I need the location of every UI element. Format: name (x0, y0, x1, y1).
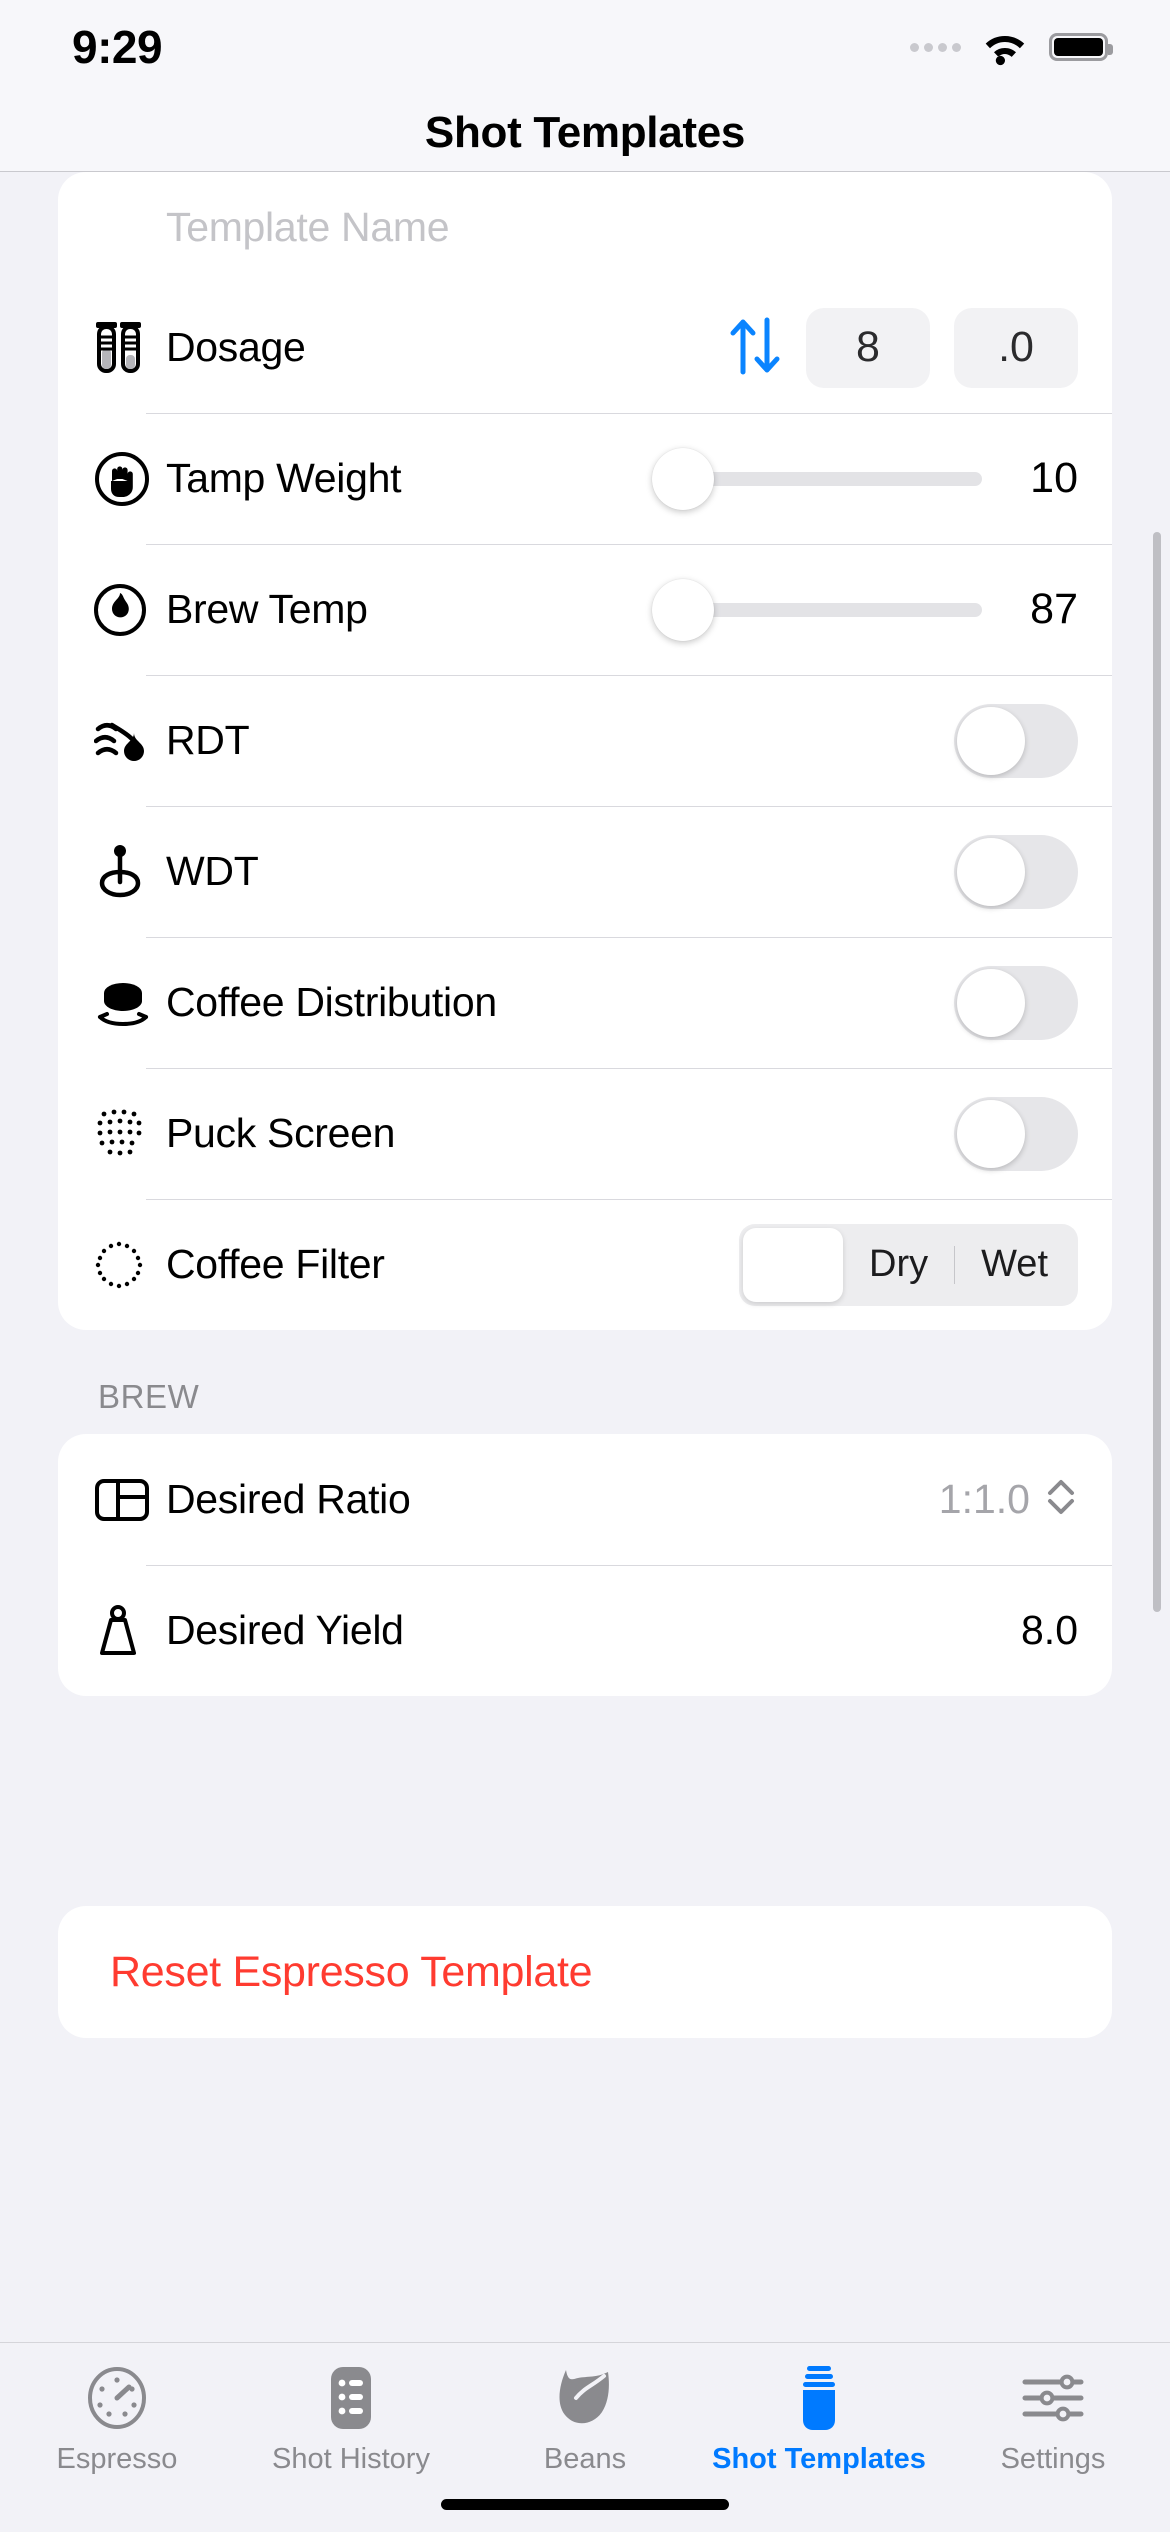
row-coffee-filter[interactable]: Coffee Filter Dry Wet (58, 1199, 1112, 1330)
tab-shot-templates[interactable]: Shot Templates (702, 2365, 936, 2476)
tab-beans[interactable]: Beans (468, 2365, 702, 2476)
dosage-controls: 8 .0 (728, 307, 1112, 388)
page-title: Shot Templates (424, 107, 746, 157)
slider-thumb[interactable] (652, 447, 714, 510)
row-puck-screen[interactable]: Puck Screen (58, 1068, 1112, 1199)
row-label-desired-yield: Desired Yield (166, 1607, 404, 1653)
row-tamp-weight[interactable]: Tamp Weight 10 (58, 413, 1112, 544)
row-wdt[interactable]: WDT (58, 806, 1112, 937)
segment-wet[interactable]: Wet (955, 1228, 1074, 1302)
status-time: 9:29 (72, 21, 163, 73)
row-desired-yield[interactable]: Desired Yield 8.0 (58, 1565, 1112, 1696)
dotted-circle-icon (94, 1240, 166, 1290)
row-rdt[interactable]: RDT (58, 675, 1112, 806)
dotted-mesh-icon (94, 1108, 166, 1160)
section-header-brew: BREW (98, 1378, 200, 1415)
brew-temp-value: 87 (1030, 585, 1078, 633)
distributor-icon (94, 977, 166, 1029)
brew-temp-slider[interactable] (652, 578, 982, 641)
row-dosage[interactable]: Dosage 8 .0 (58, 282, 1112, 413)
brew-temp-slider-group: 87 (652, 578, 1112, 641)
navigation-bar: Shot Templates (0, 94, 1170, 172)
leaf-icon (554, 2365, 616, 2431)
row-label-puck-screen: Puck Screen (166, 1110, 396, 1156)
list-bullet-icon (323, 2365, 379, 2431)
rdt-toggle[interactable] (954, 703, 1078, 778)
template-name-input[interactable]: Template Name (58, 172, 1112, 282)
testtubes-icon (94, 319, 166, 377)
tab-espresso[interactable]: Espresso (0, 2365, 234, 2476)
arrow-up-arrow-down-icon[interactable] (728, 314, 782, 381)
wifi-icon (985, 35, 1025, 66)
gauge-icon (86, 2365, 148, 2431)
tab-label-settings: Settings (1000, 2443, 1106, 2475)
flame-drop-icon (94, 582, 166, 638)
desired-yield-value: 8.0 (1021, 1607, 1078, 1653)
chevron-up-down-icon[interactable] (1044, 1475, 1078, 1524)
dosage-decimal-input[interactable]: .0 (954, 307, 1078, 388)
tab-label-espresso: Espresso (56, 2443, 178, 2475)
status-indicators (910, 28, 1113, 66)
toggle-knob (957, 1099, 1025, 1168)
slider-thumb[interactable] (652, 578, 714, 641)
dosage-whole-input[interactable]: 8 (806, 307, 930, 388)
tamp-weight-slider-group: 10 (652, 447, 1112, 510)
prep-card: Template Name Dosage 8 .0 Tamp Weight 10… (58, 172, 1112, 1330)
row-label-coffee-distribution: Coffee Distribution (166, 979, 497, 1025)
desired-ratio-value: 1:1.0 (938, 1476, 1030, 1522)
status-bar: 9:29 (0, 0, 1170, 94)
coffee-filter-segmented-control[interactable]: Dry Wet (739, 1223, 1078, 1306)
tamp-weight-slider[interactable] (652, 447, 982, 510)
row-coffee-distribution[interactable]: Coffee Distribution (58, 937, 1112, 1068)
template-name-placeholder: Template Name (166, 203, 450, 250)
signal-dots-icon (910, 42, 961, 52)
reset-espresso-template-button[interactable]: Reset Espresso Template (58, 1906, 1112, 2038)
scale-weight-icon (94, 1604, 166, 1658)
tab-bar: Espresso Shot History Beans Shot Templat… (0, 2342, 1170, 2532)
toggle-knob (957, 968, 1025, 1037)
segment-dry[interactable]: Dry (843, 1228, 954, 1302)
tab-label-shot-templates: Shot Templates (712, 2443, 926, 2475)
row-label-rdt: RDT (166, 717, 250, 763)
reset-label: Reset Espresso Template (110, 1947, 593, 1996)
jar-icon (790, 2365, 848, 2431)
ratio-box-icon (94, 1476, 166, 1524)
row-label-brew-temp: Brew Temp (166, 586, 368, 632)
scroll-content[interactable]: Template Name Dosage 8 .0 Tamp Weight 10… (0, 172, 1170, 2342)
row-label-tamp-weight: Tamp Weight (166, 455, 402, 501)
row-label-dosage: Dosage (166, 324, 306, 370)
tab-shot-history[interactable]: Shot History (234, 2365, 468, 2476)
row-brew-temp[interactable]: Brew Temp 87 (58, 544, 1112, 675)
row-label-wdt: WDT (166, 848, 259, 894)
home-indicator (441, 2499, 729, 2510)
row-label-desired-ratio: Desired Ratio (166, 1476, 411, 1522)
tab-label-beans: Beans (543, 2443, 627, 2475)
puck-screen-toggle[interactable] (954, 1096, 1078, 1171)
toggle-knob (957, 837, 1025, 906)
tab-label-shot-history: Shot History (272, 2443, 430, 2475)
wdt-toggle[interactable] (954, 834, 1078, 909)
vertical-scrollbar[interactable] (1153, 532, 1161, 1612)
tamp-weight-value: 10 (1030, 454, 1078, 502)
tab-settings[interactable]: Settings (936, 2365, 1170, 2476)
brew-card: Desired Ratio 1:1.0 Desired Yield 8.0 (58, 1434, 1112, 1696)
wdt-needle-icon (94, 843, 166, 901)
hand-tamp-icon (94, 451, 166, 507)
coffee-distribution-toggle[interactable] (954, 965, 1078, 1040)
water-spray-icon (94, 715, 166, 767)
segment-none[interactable] (743, 1227, 844, 1302)
toggle-knob (957, 706, 1025, 775)
desired-ratio-control[interactable]: 1:1.0 (939, 1475, 1078, 1524)
row-desired-ratio[interactable]: Desired Ratio 1:1.0 (58, 1434, 1112, 1565)
sliders-icon (1021, 2365, 1085, 2431)
row-label-coffee-filter: Coffee Filter (166, 1241, 385, 1287)
battery-full-icon (1049, 33, 1113, 61)
